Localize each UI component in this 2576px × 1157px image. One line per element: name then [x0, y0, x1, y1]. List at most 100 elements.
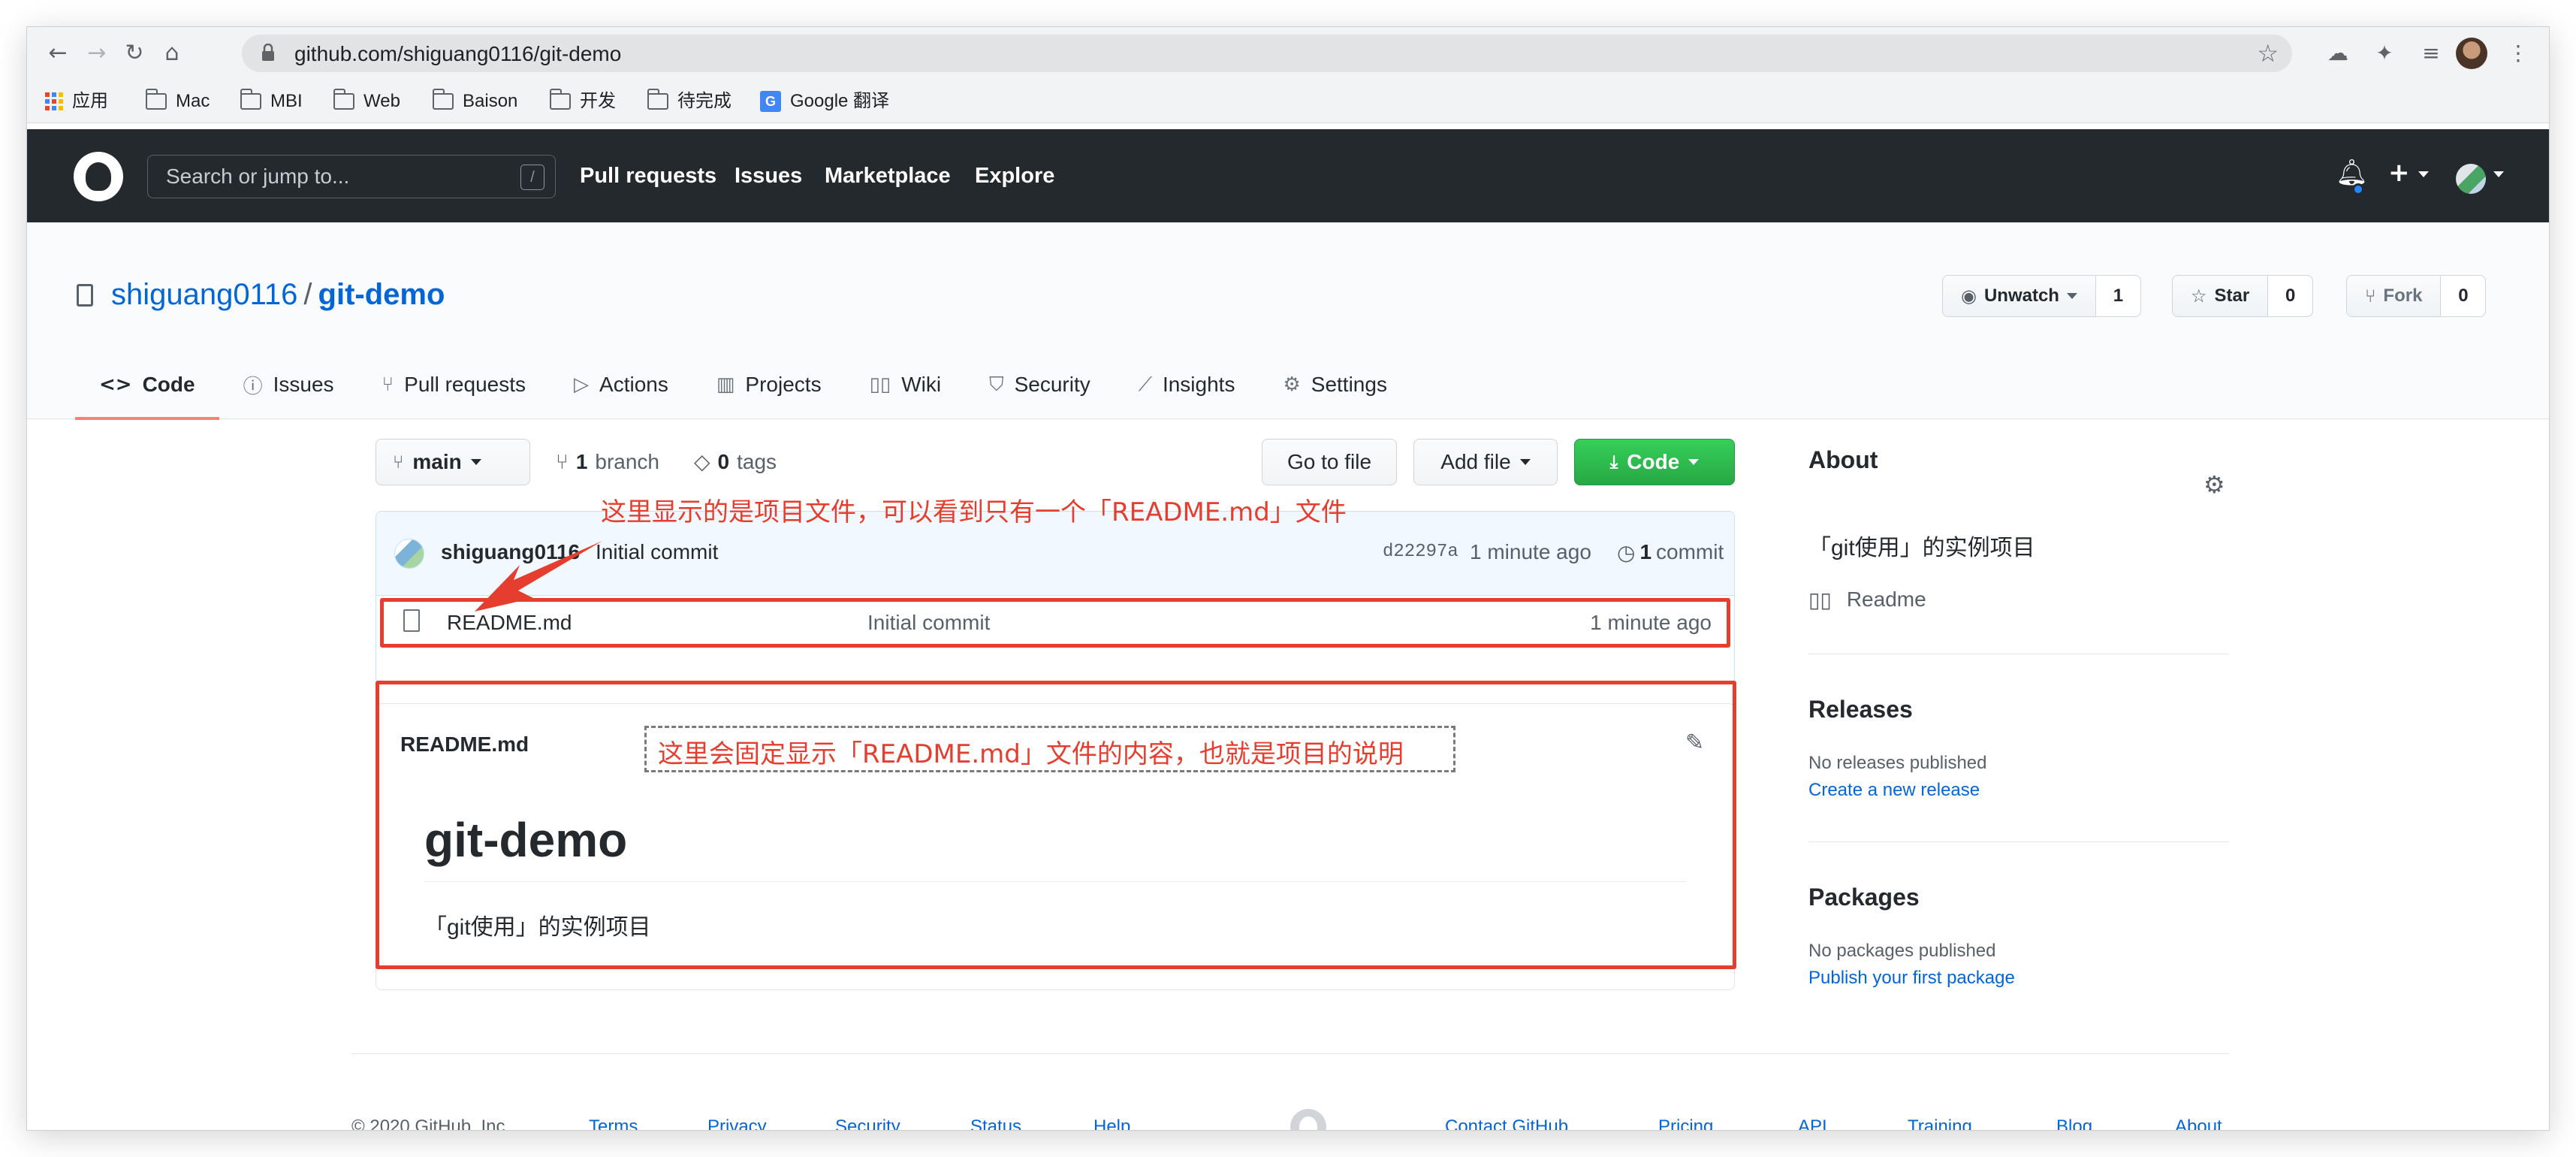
puzzle-icon[interactable]: ✦: [2370, 39, 2399, 68]
footer-link-about[interactable]: About: [2175, 1116, 2222, 1130]
star-button[interactable]: ☆ Star: [2173, 276, 2268, 316]
commits-history-link[interactable]: ◷ 1 commit: [1617, 540, 1724, 565]
browser-toolbar: ← → ↻ ⌂ github.com/shiguang0116/git-demo…: [27, 27, 2549, 80]
tag-word: tags: [737, 449, 777, 473]
bookmark-mbi[interactable]: MBI: [240, 89, 303, 114]
bell-icon[interactable]: 🔔︎: [2336, 158, 2368, 188]
annotation-readme-note: 这里会固定显示「README.md」文件的内容，也就是项目的说明: [658, 739, 1404, 769]
bookmark-todo[interactable]: 待完成: [647, 89, 731, 114]
repo-owner-link[interactable]: shiguang0116: [111, 278, 297, 311]
bookmark-label: Google 翻译: [790, 91, 890, 111]
branch-word: branch: [595, 449, 660, 473]
repo-separator: /: [303, 278, 312, 311]
footer-link-status[interactable]: Status: [970, 1116, 1021, 1130]
releases-empty-text: No releases published: [1808, 753, 1987, 773]
repo-name-link[interactable]: git-demo: [318, 278, 445, 311]
tab-security[interactable]: ⛉ Security: [965, 350, 1115, 419]
tab-actions[interactable]: ▷ Actions: [550, 350, 692, 419]
branches-link[interactable]: ⑂ 1 branch: [556, 449, 659, 474]
nav-marketplace[interactable]: Marketplace: [825, 164, 951, 189]
footer-link-pricing[interactable]: Pricing: [1658, 1116, 1713, 1130]
star-count[interactable]: 0: [2267, 276, 2313, 316]
code-download-button[interactable]: ⤓ Code: [1574, 439, 1735, 485]
bookmark-google-translate[interactable]: G Google 翻译: [760, 89, 889, 114]
address-bar[interactable]: github.com/shiguang0116/git-demo ☆: [242, 35, 2292, 72]
tab-pull-requests[interactable]: ⑂ Pull requests: [358, 350, 550, 419]
commit-message-link[interactable]: Initial commit: [596, 540, 718, 564]
footer-link-privacy[interactable]: Privacy: [707, 1116, 767, 1130]
footer-link-training[interactable]: Training: [1908, 1116, 1972, 1130]
footer-link-api[interactable]: API: [1798, 1116, 1827, 1130]
publish-package-link[interactable]: Publish your first package: [1808, 968, 2015, 989]
folder-icon: [549, 89, 571, 110]
user-avatar[interactable]: [2456, 164, 2486, 194]
extension-icon[interactable]: ☁: [2324, 39, 2352, 68]
branch-icon: ⑂: [556, 449, 569, 474]
search-input[interactable]: [148, 156, 555, 198]
tab-label: Settings: [1311, 373, 1387, 396]
repo-header: shiguang0116/git-demo ◉ Unwatch 1 ☆ Star…: [27, 222, 2549, 420]
commit-author-avatar[interactable]: [394, 539, 424, 569]
readme-sidebar-link[interactable]: ▯▯ Readme: [1808, 588, 1926, 612]
bookmark-apps[interactable]: 应用: [45, 89, 108, 114]
fork-button[interactable]: ⑂ Fork: [2347, 276, 2441, 316]
footer-link-security[interactable]: Security: [835, 1116, 900, 1130]
chrome-profile-avatar[interactable]: [2456, 38, 2487, 69]
plus-icon: +: [2388, 158, 2410, 188]
tab-projects[interactable]: ▥ Projects: [692, 350, 846, 419]
branch-name: main: [412, 450, 462, 473]
fork-label: Fork: [2383, 285, 2423, 306]
folder-icon: [333, 89, 354, 110]
releases-title[interactable]: Releases: [1808, 696, 1913, 724]
footer-link-contact[interactable]: Contact GitHub: [1445, 1116, 1568, 1130]
search-box[interactable]: /: [147, 155, 556, 198]
bookmark-label: 待完成: [677, 91, 731, 111]
add-file-button[interactable]: Add file: [1413, 439, 1558, 485]
tab-wiki[interactable]: ▯▯ Wiki: [846, 350, 966, 419]
branch-selector[interactable]: ⑂ main: [376, 439, 530, 485]
tab-label: Security: [1014, 373, 1090, 396]
more-vertical-icon[interactable]: ⋮: [2504, 39, 2532, 68]
bookmark-star-icon[interactable]: ☆: [2257, 39, 2279, 68]
folder-icon: [647, 89, 668, 110]
tab-issues[interactable]: ⓘ Issues: [219, 350, 358, 419]
tags-link[interactable]: ◇ 0 tags: [694, 449, 777, 474]
create-new-button[interactable]: +: [2388, 158, 2430, 188]
tab-settings[interactable]: ⚙ Settings: [1259, 350, 1410, 419]
create-release-link[interactable]: Create a new release: [1808, 780, 1980, 801]
nav-pull-requests[interactable]: Pull requests: [580, 164, 716, 189]
gear-icon[interactable]: ⚙: [2203, 470, 2225, 499]
footer-link-blog[interactable]: Blog: [2056, 1116, 2092, 1130]
watch-count[interactable]: 1: [2095, 276, 2140, 316]
tab-code[interactable]: <> Code: [75, 350, 219, 420]
commit-sha-link[interactable]: d22297a: [1383, 542, 1458, 562]
github-logo-icon[interactable]: [74, 152, 123, 201]
chevron-down-icon[interactable]: [2493, 171, 2504, 177]
go-to-file-button[interactable]: Go to file: [1262, 439, 1397, 485]
tab-insights[interactable]: ⟋ Insights: [1115, 350, 1259, 419]
bookmark-mac[interactable]: Mac: [145, 89, 210, 114]
bookmark-dev[interactable]: 开发: [549, 89, 616, 114]
lock-icon: [262, 44, 274, 61]
github-header: / Pull requests Issues Marketplace Explo…: [27, 129, 2549, 222]
folder-icon: [145, 89, 167, 110]
packages-title[interactable]: Packages: [1808, 884, 1920, 911]
bookmark-baison[interactable]: Baison: [432, 89, 517, 114]
home-icon[interactable]: ⌂: [158, 39, 186, 68]
footer-link-help[interactable]: Help: [1093, 1116, 1130, 1130]
unwatch-button[interactable]: ◉ Unwatch: [1943, 276, 2095, 316]
fork-count[interactable]: 0: [2440, 276, 2486, 316]
footer-link-terms[interactable]: Terms: [589, 1116, 638, 1130]
nav-issues[interactable]: Issues: [734, 164, 802, 189]
github-mark-icon[interactable]: [1290, 1109, 1326, 1130]
project-icon: ▥: [716, 373, 735, 396]
bookmark-web[interactable]: Web: [333, 89, 400, 114]
nav-explore[interactable]: Explore: [975, 164, 1054, 189]
back-icon[interactable]: ←: [44, 39, 72, 68]
forward-icon[interactable]: →: [83, 39, 111, 68]
readme-link-label: Readme: [1846, 588, 1926, 611]
url-text: github.com/shiguang0116/git-demo: [294, 42, 622, 65]
reload-icon[interactable]: ↻: [120, 39, 149, 68]
reading-list-icon[interactable]: ≡: [2417, 39, 2445, 68]
about-description: 「git使用」的实例项目: [1808, 536, 2035, 560]
